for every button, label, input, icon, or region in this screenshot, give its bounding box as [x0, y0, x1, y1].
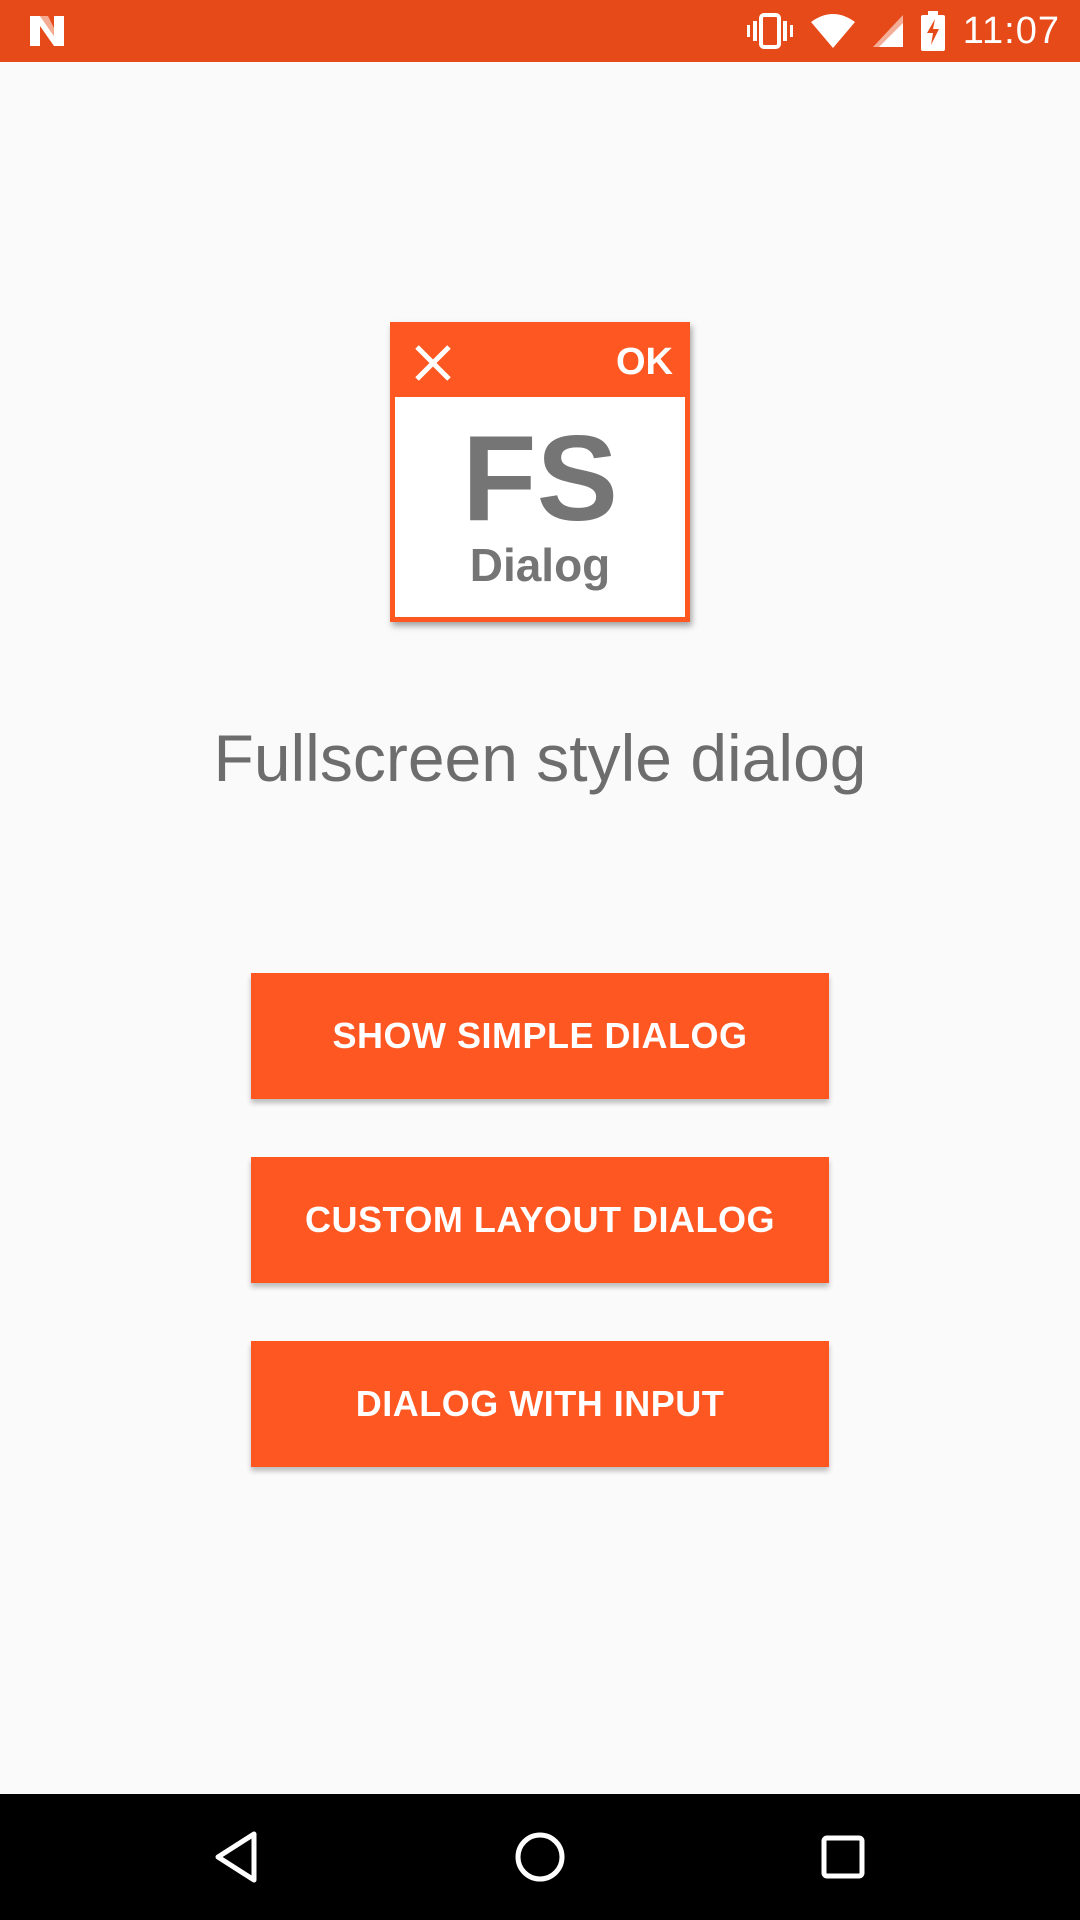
logo-ok-label: OK	[616, 341, 673, 383]
android-n-icon	[30, 16, 64, 46]
vibrate-icon	[746, 13, 793, 49]
app-logo: OK FS Dialog	[390, 322, 690, 622]
show-simple-dialog-button[interactable]: SHOW SIMPLE DIALOG	[251, 973, 829, 1099]
home-icon	[515, 1832, 565, 1882]
recents-button[interactable]	[813, 1827, 873, 1887]
status-icons: 11:07	[746, 0, 1060, 62]
dialog-with-input-button[interactable]: DIALOG WITH INPUT	[251, 1341, 829, 1467]
custom-layout-dialog-button[interactable]: CUSTOM LAYOUT DIALOG	[251, 1157, 829, 1283]
wifi-icon	[810, 14, 855, 48]
main-content: OK FS Dialog Fullscreen style dialog SHO…	[0, 62, 1080, 1794]
status-bar: 11:07	[0, 0, 1080, 62]
back-icon	[215, 1831, 257, 1883]
logo-dialog-text: Dialog	[469, 539, 611, 591]
home-button[interactable]	[510, 1827, 570, 1887]
battery-charging-icon	[920, 11, 945, 51]
status-time: 11:07	[962, 9, 1060, 52]
recents-icon	[821, 1835, 865, 1879]
page-title: Fullscreen style dialog	[213, 721, 867, 795]
logo-fs-text: FS	[462, 410, 618, 546]
back-button[interactable]	[206, 1827, 266, 1887]
navigation-bar	[0, 1794, 1080, 1920]
close-icon	[415, 345, 451, 381]
signal-icon	[872, 15, 903, 47]
